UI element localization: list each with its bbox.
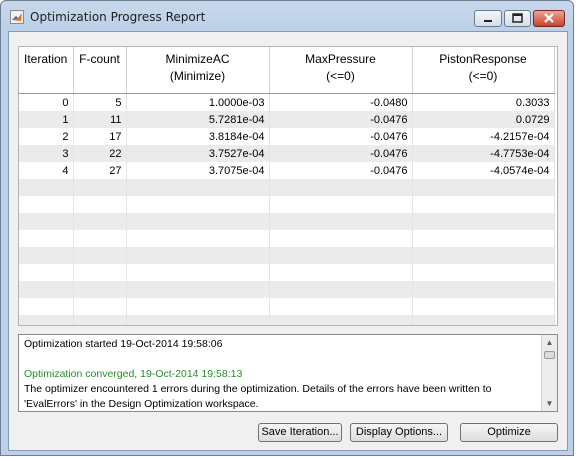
- cell-fcount: 22: [73, 145, 127, 162]
- cell-minimizeac: 3.8184e-04: [126, 128, 270, 145]
- cell-fcount: 17: [73, 128, 127, 145]
- cell-pistonresponse: -4.7753e-04: [412, 145, 555, 162]
- title-bar[interactable]: Optimization Progress Report: [1, 1, 575, 31]
- column-header-minimizeac: MinimizeAC (Minimize): [126, 47, 270, 94]
- cell-maxpressure: -0.0476: [269, 145, 413, 162]
- empty-row: [19, 281, 555, 298]
- cell-minimizeac: 5.7281e-04: [126, 111, 270, 128]
- table-row: 0 5 1.0000e-03 -0.0480 0.3033: [19, 93, 555, 111]
- cell-fcount: 5: [73, 93, 127, 111]
- cell-pistonresponse: -4.2157e-04: [412, 128, 555, 145]
- table-header-row: Iteration F-count MinimizeAC (Minimize) M…: [19, 47, 555, 94]
- scroll-down-arrow-icon[interactable]: ▼: [542, 396, 557, 411]
- cell-pistonresponse: -4.0574e-04: [412, 162, 555, 179]
- column-header-iteration: Iteration: [19, 47, 74, 94]
- app-window: Optimization Progress Report Iteration F…: [0, 0, 574, 456]
- cell-maxpressure: -0.0476: [269, 111, 413, 128]
- log-panel[interactable]: Optimization started 19-Oct-2014 19:58:0…: [18, 334, 558, 412]
- cell-iteration: 4: [19, 162, 74, 179]
- empty-row: [19, 179, 555, 196]
- log-line: 'EvalErrors' in the Design Optimization …: [24, 398, 259, 410]
- table-row: 4 27 3.7075e-04 -0.0476 -4.0574e-04: [19, 162, 555, 179]
- matlab-logo-icon: [10, 10, 24, 24]
- maximize-icon: [505, 11, 530, 26]
- cell-maxpressure: -0.0480: [269, 93, 413, 111]
- cell-pistonresponse: 0.0729: [412, 111, 555, 128]
- cell-pistonresponse: 0.3033: [412, 93, 555, 111]
- display-options-button[interactable]: Display Options...: [350, 423, 448, 442]
- dialog-body: Iteration F-count MinimizeAC (Minimize) M…: [8, 31, 568, 451]
- cell-iteration: 3: [19, 145, 74, 162]
- cell-minimizeac: 3.7075e-04: [126, 162, 270, 179]
- close-button[interactable]: [533, 10, 565, 27]
- table-row: 2 17 3.8184e-04 -0.0476 -4.2157e-04: [19, 128, 555, 145]
- iteration-table-panel[interactable]: Iteration F-count MinimizeAC (Minimize) M…: [18, 46, 558, 326]
- empty-row: [19, 196, 555, 213]
- minimize-button[interactable]: [474, 10, 502, 27]
- cell-fcount: 11: [73, 111, 127, 128]
- empty-row: [19, 315, 555, 325]
- optimize-button[interactable]: Optimize: [460, 423, 558, 442]
- save-iteration-button[interactable]: Save Iteration...: [258, 423, 342, 442]
- log-line-success: Optimization converged, 19-Oct-2014 19:5…: [24, 368, 243, 380]
- scroll-up-arrow-icon[interactable]: ▲: [542, 335, 557, 350]
- table-row: 3 22 3.7527e-04 -0.0476 -4.7753e-04: [19, 145, 555, 162]
- empty-row: [19, 264, 555, 281]
- close-icon: [534, 11, 564, 26]
- empty-row: [19, 247, 555, 264]
- cell-maxpressure: -0.0476: [269, 162, 413, 179]
- log-line: Optimization started 19-Oct-2014 19:58:0…: [24, 338, 223, 350]
- log-scrollbar[interactable]: ▲ ▼: [541, 335, 557, 411]
- cell-iteration: 2: [19, 128, 74, 145]
- cell-iteration: 0: [19, 93, 74, 111]
- cell-fcount: 27: [73, 162, 127, 179]
- log-text: Optimization started 19-Oct-2014 19:58:0…: [24, 337, 539, 411]
- column-header-pistonresponse: PistonResponse (<=0): [412, 47, 555, 94]
- scroll-thumb[interactable]: [544, 351, 555, 359]
- column-header-maxpressure: MaxPressure (<=0): [269, 47, 413, 94]
- empty-row: [19, 230, 555, 247]
- window-title: Optimization Progress Report: [30, 10, 206, 24]
- cell-minimizeac: 1.0000e-03: [126, 93, 270, 111]
- cell-minimizeac: 3.7527e-04: [126, 145, 270, 162]
- empty-row: [19, 213, 555, 230]
- iteration-table: Iteration F-count MinimizeAC (Minimize) M…: [19, 47, 555, 325]
- table-row: 1 11 5.7281e-04 -0.0476 0.0729: [19, 111, 555, 128]
- minimize-icon: [475, 11, 501, 26]
- maximize-button[interactable]: [504, 10, 531, 27]
- cell-maxpressure: -0.0476: [269, 128, 413, 145]
- log-line: The optimizer encountered 1 errors durin…: [24, 383, 492, 395]
- column-header-fcount: F-count: [73, 47, 127, 94]
- empty-row: [19, 298, 555, 315]
- cell-iteration: 1: [19, 111, 74, 128]
